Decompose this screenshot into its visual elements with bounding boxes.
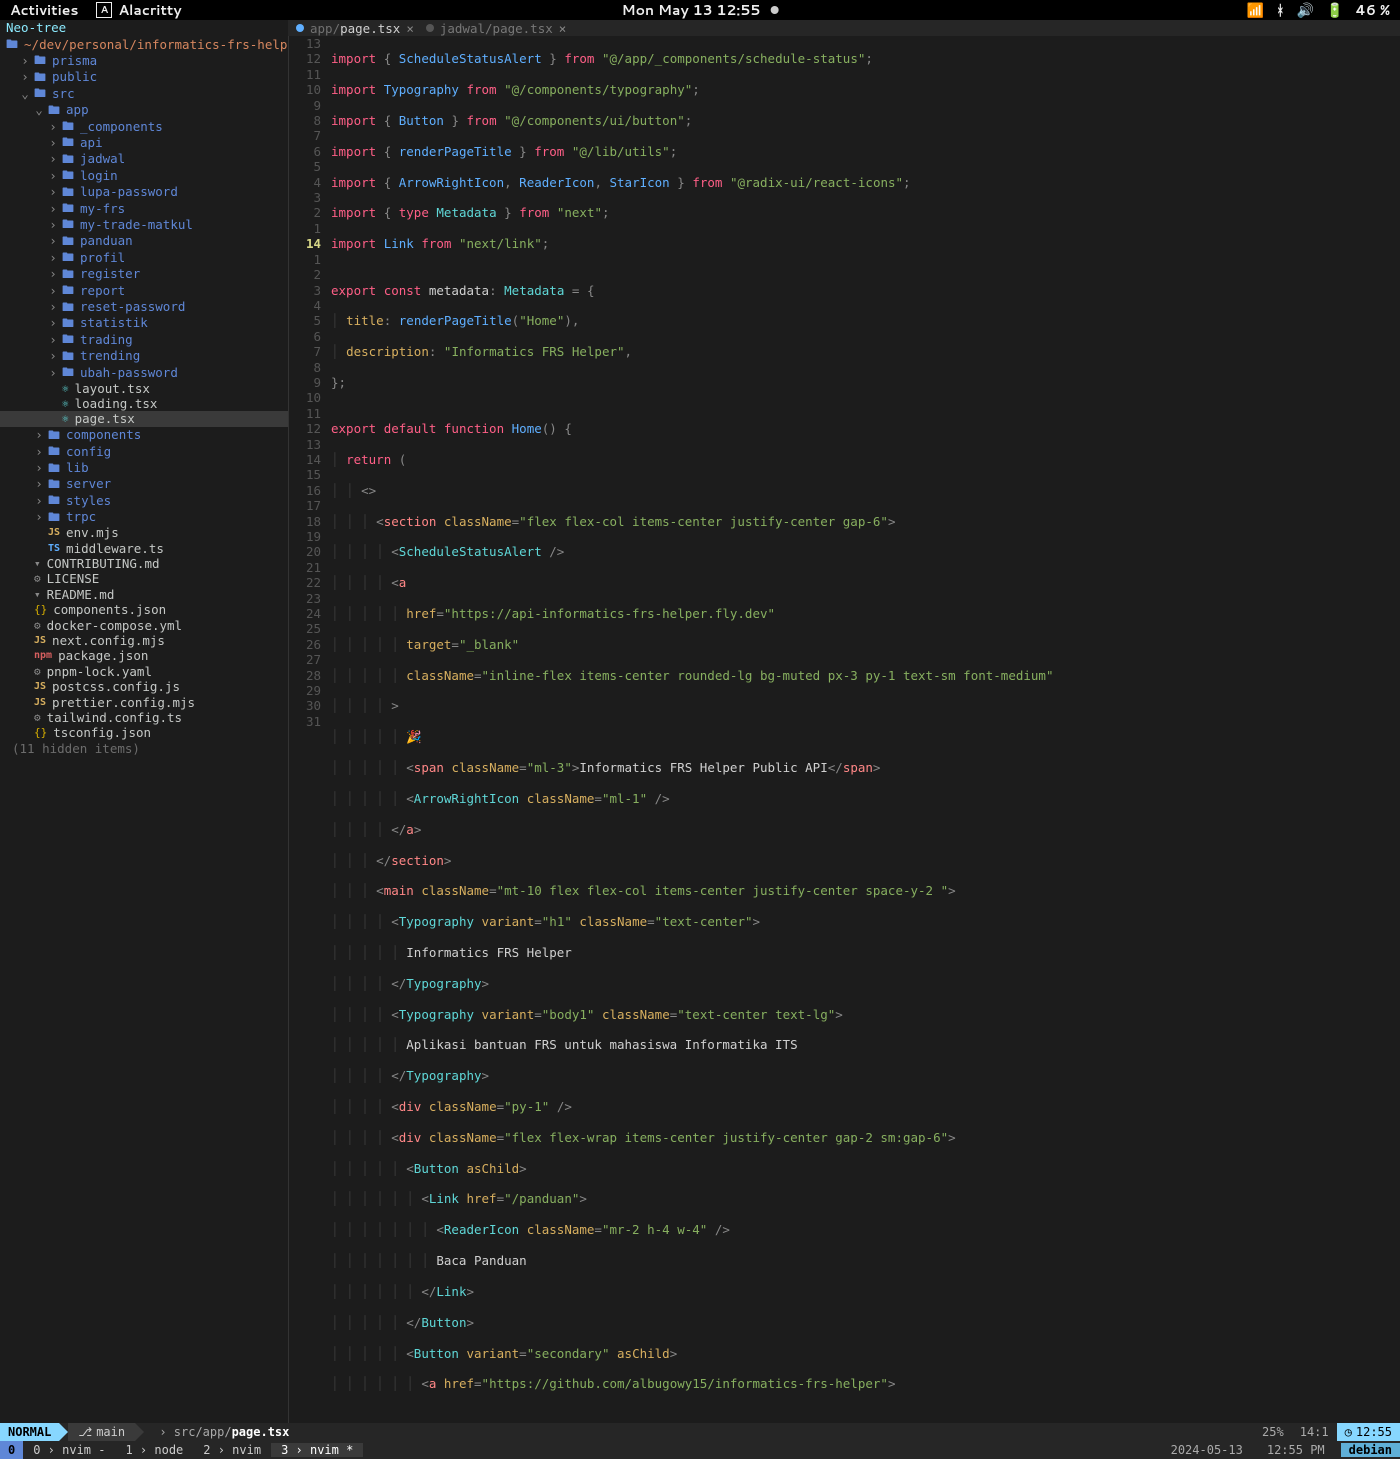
tree-folder[interactable]: ›jadwal	[0, 151, 288, 167]
tree-file[interactable]: ⚙tailwind.config.ts	[0, 710, 288, 725]
cursor-position: 14:1	[1292, 1425, 1337, 1439]
tree-folder[interactable]: ›trpc	[0, 509, 288, 525]
tmux-status-line: 0 0 › nvim -1 › node2 › nvim3 › nvim * 2…	[0, 1441, 1400, 1459]
tree-folder[interactable]: ›my-frs	[0, 200, 288, 216]
modified-dot-icon	[426, 24, 434, 32]
tree-folder[interactable]: ›styles	[0, 492, 288, 508]
line-number-gutter: 1312111098765432114123456789101112131415…	[289, 36, 331, 1423]
tree-root[interactable]: ~/dev/personal/informatics-frs-helper	[0, 36, 288, 52]
nvim-status-line: NORMAL ⎇ main › src/app/page.tsx 25% 14:…	[0, 1423, 1400, 1441]
tab-jadwal-page[interactable]: jadwal/page.tsx ×	[426, 21, 566, 36]
tree-folder[interactable]: ›lib	[0, 460, 288, 476]
tree-folder[interactable]: ›trending	[0, 348, 288, 364]
tree-file[interactable]: JSprettier.config.mjs	[0, 695, 288, 710]
tmux-time: 12:55 PM	[1259, 1443, 1333, 1457]
activities-button[interactable]: Activities	[10, 0, 78, 20]
tree-folder[interactable]: ›login	[0, 167, 288, 183]
hidden-items-label: (11 hidden items)	[0, 741, 288, 756]
code-editor[interactable]: 1312111098765432114123456789101112131415…	[288, 36, 1400, 1423]
wifi-icon: 📶	[1247, 0, 1264, 20]
tree-file[interactable]: ⚙docker-compose.yml	[0, 618, 288, 633]
tree-file[interactable]: ⚛loading.tsx	[0, 396, 288, 411]
tree-folder[interactable]: ›ubah-password	[0, 364, 288, 380]
tree-folder[interactable]: ›public	[0, 69, 288, 85]
volume-icon: 🔊	[1297, 0, 1314, 20]
percent-indicator: 25%	[1254, 1425, 1292, 1439]
tree-file[interactable]: {}components.json	[0, 602, 288, 617]
tree-file[interactable]: ▾README.md	[0, 587, 288, 602]
app-name-label: Alacritty	[118, 0, 181, 20]
system-tray[interactable]: 📶 ᚼ 🔊 🔋 46 %	[1247, 0, 1390, 20]
bluetooth-icon: ᚼ	[1276, 0, 1284, 20]
close-icon[interactable]: ×	[559, 21, 567, 36]
tree-folder[interactable]: ›server	[0, 476, 288, 492]
close-icon[interactable]: ×	[406, 21, 414, 36]
tmux-host: debian	[1341, 1443, 1400, 1457]
code-content[interactable]: import { ScheduleStatusAlert } from "@/a…	[331, 36, 1400, 1423]
tree-folder[interactable]: ›panduan	[0, 233, 288, 249]
mode-indicator: NORMAL	[0, 1423, 59, 1441]
tmux-window[interactable]: 2 › nvim	[193, 1443, 271, 1457]
tree-file[interactable]: JSenv.mjs	[0, 525, 288, 540]
tmux-window[interactable]: 3 › nvim *	[271, 1443, 363, 1457]
battery-icon: 🔋	[1326, 0, 1343, 20]
notification-dot-icon	[770, 6, 778, 14]
tree-file[interactable]: TSmiddleware.ts	[0, 541, 288, 556]
tree-file[interactable]: npmpackage.json	[0, 648, 288, 663]
tree-folder[interactable]: ›_components	[0, 118, 288, 134]
file-path: › src/app/page.tsx	[144, 1425, 1254, 1439]
tree-folder-app[interactable]: ⌄app	[0, 102, 288, 118]
tmux-date: 2024-05-13	[1163, 1443, 1251, 1457]
tree-folder[interactable]: ›prisma	[0, 52, 288, 68]
tree-file[interactable]: ⚛layout.tsx	[0, 381, 288, 396]
alacritty-icon: A	[96, 2, 112, 18]
tree-file[interactable]: {}tsconfig.json	[0, 725, 288, 740]
tree-folder[interactable]: ›api	[0, 134, 288, 150]
tree-file[interactable]: JSnext.config.mjs	[0, 633, 288, 648]
file-tree[interactable]: ~/dev/personal/informatics-frs-helper ›p…	[0, 36, 288, 1423]
buffer-tabs: app/page.tsx × jadwal/page.tsx ×	[288, 20, 1400, 36]
editor-window: Neo-tree app/page.tsx × jadwal/page.tsx …	[0, 20, 1400, 1459]
tree-file[interactable]: ⚙pnpm-lock.yaml	[0, 664, 288, 679]
tree-folder[interactable]: ›lupa-password	[0, 184, 288, 200]
tmux-session[interactable]: 0	[0, 1441, 23, 1459]
clock-label: Mon May 13 12:55	[622, 0, 761, 20]
tree-folder[interactable]: ›components	[0, 427, 288, 443]
tmux-window[interactable]: 0 › nvim -	[23, 1443, 115, 1457]
app-menu[interactable]: A Alacritty	[96, 0, 181, 20]
tree-file[interactable]: ▾CONTRIBUTING.md	[0, 556, 288, 571]
modified-dot-icon	[296, 24, 304, 32]
battery-label: 46 %	[1355, 0, 1390, 20]
git-branch: ⎇ main	[68, 1423, 135, 1441]
tree-folder[interactable]: ›register	[0, 266, 288, 282]
gnome-top-bar: Activities A Alacritty Mon May 13 12:55 …	[0, 0, 1400, 20]
tree-file[interactable]: ⚙LICENSE	[0, 571, 288, 586]
tree-folder[interactable]: ›my-trade-matkul	[0, 216, 288, 232]
tree-folder-src[interactable]: ⌄src	[0, 85, 288, 101]
tree-folder[interactable]: ›report	[0, 282, 288, 298]
tree-folder[interactable]: ›config	[0, 443, 288, 459]
tree-folder[interactable]: ›profil	[0, 249, 288, 265]
tab-app-page[interactable]: app/page.tsx ×	[296, 21, 414, 36]
tmux-window[interactable]: 1 › node	[115, 1443, 193, 1457]
clock-indicator: ◷ 12:55	[1337, 1423, 1400, 1441]
tree-folder[interactable]: ›reset-password	[0, 299, 288, 315]
tree-file[interactable]: JSpostcss.config.js	[0, 679, 288, 694]
tree-file[interactable]: ⚛page.tsx	[0, 411, 288, 426]
clock-menu[interactable]: Mon May 13 12:55	[622, 0, 779, 20]
tree-folder[interactable]: ›statistik	[0, 315, 288, 331]
tree-folder[interactable]: ›trading	[0, 331, 288, 347]
neo-tree-title: Neo-tree	[0, 20, 288, 36]
